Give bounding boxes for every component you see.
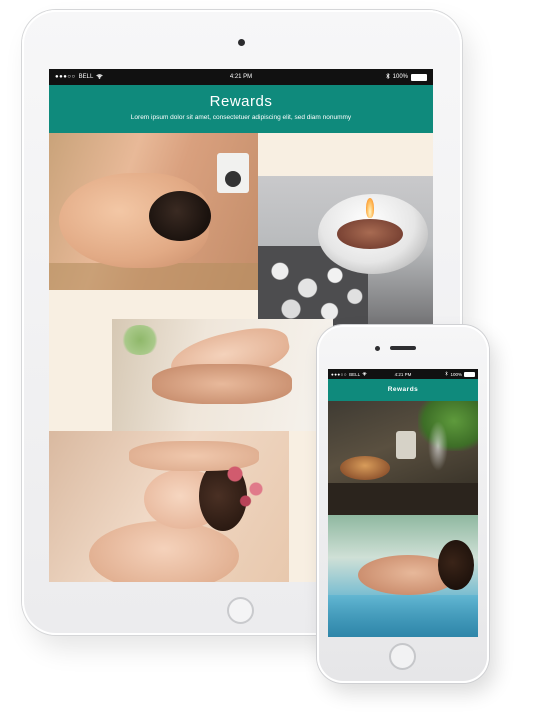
phone-front-camera [375,346,380,351]
tea-cup [217,153,249,193]
status-time: 4:21 PM [229,74,253,80]
status-right: 100% [385,72,427,81]
tablet-app-header: Rewards Lorem ipsum dolor sit amet, cons… [49,85,433,133]
green-leaf [120,325,160,355]
spa-candle-photo[interactable] [258,176,433,330]
incense-bowl [340,456,390,480]
incense-smoke [428,421,448,471]
white-candle [396,431,416,459]
battery-icon [411,73,427,81]
candle-flame [366,198,374,218]
foot-massage-photo[interactable] [112,319,333,431]
bather-hair [438,540,474,590]
pool-water [328,595,478,637]
head-hair [149,191,211,241]
phone-screen: ●●●○○ BELL 4:21 PM 100% Rewards [328,369,478,637]
candle-wax [337,219,403,249]
phone-home-button[interactable] [389,643,416,670]
page-subtitle: Lorem ipsum dolor sit amet, consectetuer… [130,114,352,121]
battery-icon [464,371,475,377]
pool-relax-photo[interactable] [328,515,478,637]
phone-app-header: Rewards [328,379,478,401]
back-massage-photo[interactable] [49,133,258,290]
phone-status-bar: ●●●○○ BELL 4:21 PM 100% [328,369,478,379]
home-button[interactable] [227,597,254,624]
bluetooth-icon [445,371,449,377]
phone-page-title: Rewards [387,386,419,393]
shoulder [89,521,239,582]
wooden-board [328,483,478,515]
phone-device: ●●●○○ BELL 4:21 PM 100% Rewards [317,325,489,683]
page-title: Rewards [209,93,273,110]
front-camera [238,39,245,46]
tablet-status-bar: ●●●○○ BELL 4:21 PM 100% [49,69,433,85]
bluetooth-icon [385,72,390,81]
plant-leaves [418,401,478,451]
incense-photo[interactable] [328,401,478,515]
facial-massage-photo[interactable] [49,431,289,582]
phone-status-right: 100% [445,371,475,377]
phone-speaker [390,346,416,350]
flower-bowl [214,456,284,516]
battery-label: 100% [392,74,408,80]
massaging-hand [152,364,292,404]
phone-battery-label: 100% [450,371,462,377]
